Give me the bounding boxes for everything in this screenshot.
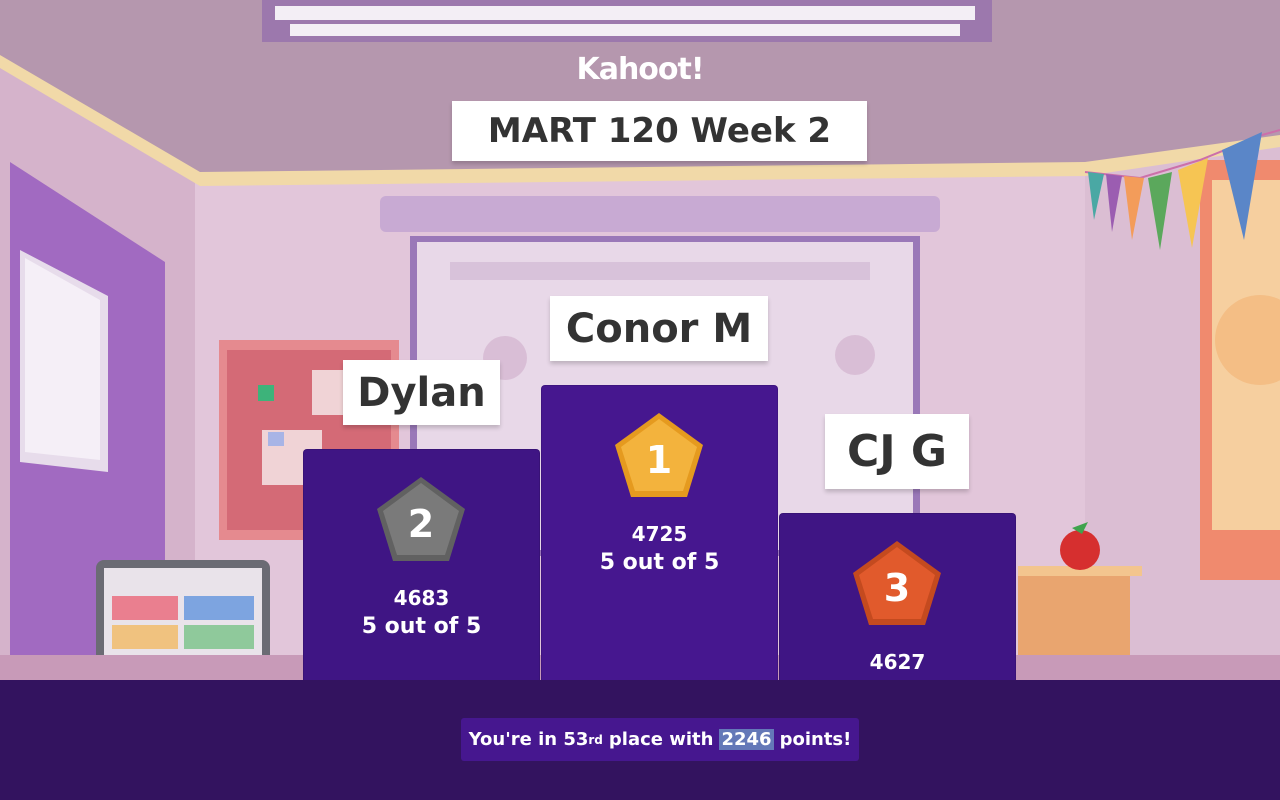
rank-middle-text: place with [608, 729, 714, 750]
svg-text:2: 2 [408, 502, 434, 546]
svg-text:1: 1 [646, 438, 672, 482]
second-place-correct: 5 out of 5 [361, 614, 482, 639]
points-label: points! [779, 729, 852, 750]
third-place-points: 4627 [869, 650, 926, 674]
gold-medal-icon: 1 [615, 413, 703, 497]
player-rank-banner: You're in 53 rd place with 2246 points! [461, 718, 859, 761]
second-place-name: Dylan [343, 360, 500, 425]
first-place-name: Conor M [550, 296, 768, 361]
rank-suffix: rd [588, 732, 603, 747]
kahoot-logo: Kahoot! [576, 52, 704, 87]
first-place-points: 4725 [631, 522, 688, 546]
svg-text:3: 3 [884, 566, 910, 610]
quiz-title: MART 120 Week 2 [452, 101, 867, 161]
first-place-correct: 5 out of 5 [599, 550, 720, 575]
silver-medal-icon: 2 [377, 477, 465, 561]
rank-number: 53 [563, 729, 589, 750]
third-place-name: CJ G [825, 414, 969, 489]
second-place-points: 4683 [393, 586, 450, 610]
rank-prefix: You're in [468, 729, 564, 750]
player-points: 2246 [719, 729, 774, 750]
bronze-medal-icon: 3 [853, 541, 941, 625]
